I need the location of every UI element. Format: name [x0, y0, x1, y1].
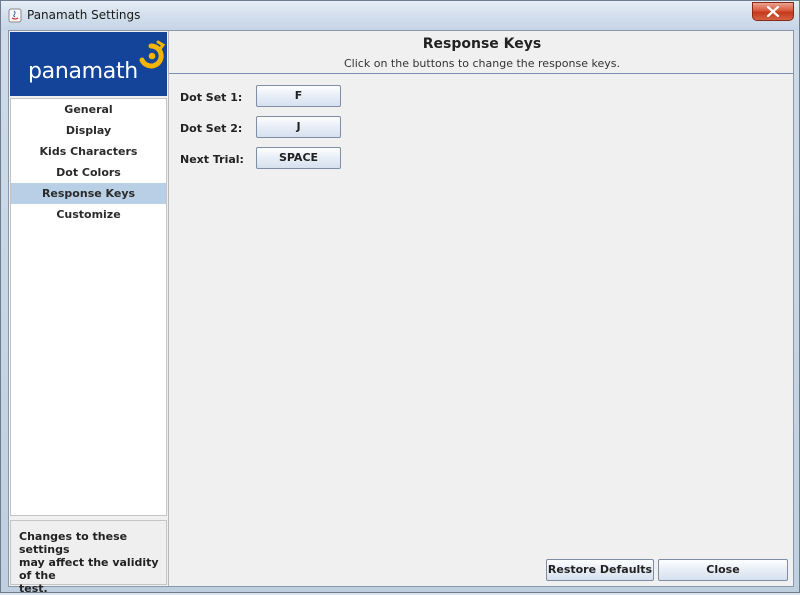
- window-title: Panamath Settings: [27, 8, 141, 22]
- nav-item-response-keys[interactable]: Response Keys: [11, 183, 166, 204]
- page-subtitle: Click on the buttons to change the respo…: [344, 57, 620, 70]
- logo-text: panamath: [28, 59, 138, 84]
- restore-defaults-button[interactable]: Restore Defaults: [546, 559, 654, 581]
- close-icon: [766, 6, 780, 17]
- nav-item-kids-characters[interactable]: Kids Characters: [11, 141, 166, 162]
- response-keys-panel: Response Keys Click on the buttons to ch…: [169, 31, 793, 586]
- settings-window: Panamath Settings panamath General Displ…: [0, 0, 800, 595]
- settings-sidebar: panamath General Display Kids Characters…: [9, 31, 169, 595]
- java-app-icon: [8, 8, 22, 23]
- dot-set-2-label: Dot Set 2:: [180, 122, 243, 135]
- nav-item-general[interactable]: General: [11, 99, 166, 120]
- title-bar[interactable]: Panamath Settings: [1, 1, 799, 30]
- panamath-logo: panamath: [10, 32, 167, 96]
- dialog-content: panamath General Display Kids Characters…: [8, 30, 794, 595]
- next-trial-label: Next Trial:: [180, 153, 244, 166]
- header-divider: [169, 73, 793, 74]
- page-title: Response Keys: [422, 36, 542, 52]
- close-button[interactable]: Close: [658, 559, 788, 581]
- panamath-logo-mark-icon: [139, 40, 166, 69]
- next-trial-key-button[interactable]: SPACE: [256, 147, 341, 169]
- settings-nav: General Display Kids Characters Dot Colo…: [10, 98, 167, 516]
- dot-set-2-key-button[interactable]: J: [256, 116, 341, 138]
- settings-warning-note: Changes to these settings may affect the…: [10, 520, 167, 595]
- window-close-button[interactable]: [752, 2, 794, 21]
- nav-item-display[interactable]: Display: [11, 120, 166, 141]
- dot-set-1-label: Dot Set 1:: [180, 91, 243, 104]
- nav-item-dot-colors[interactable]: Dot Colors: [11, 162, 166, 183]
- nav-item-customize[interactable]: Customize: [11, 204, 166, 225]
- dot-set-1-key-button[interactable]: F: [256, 85, 341, 107]
